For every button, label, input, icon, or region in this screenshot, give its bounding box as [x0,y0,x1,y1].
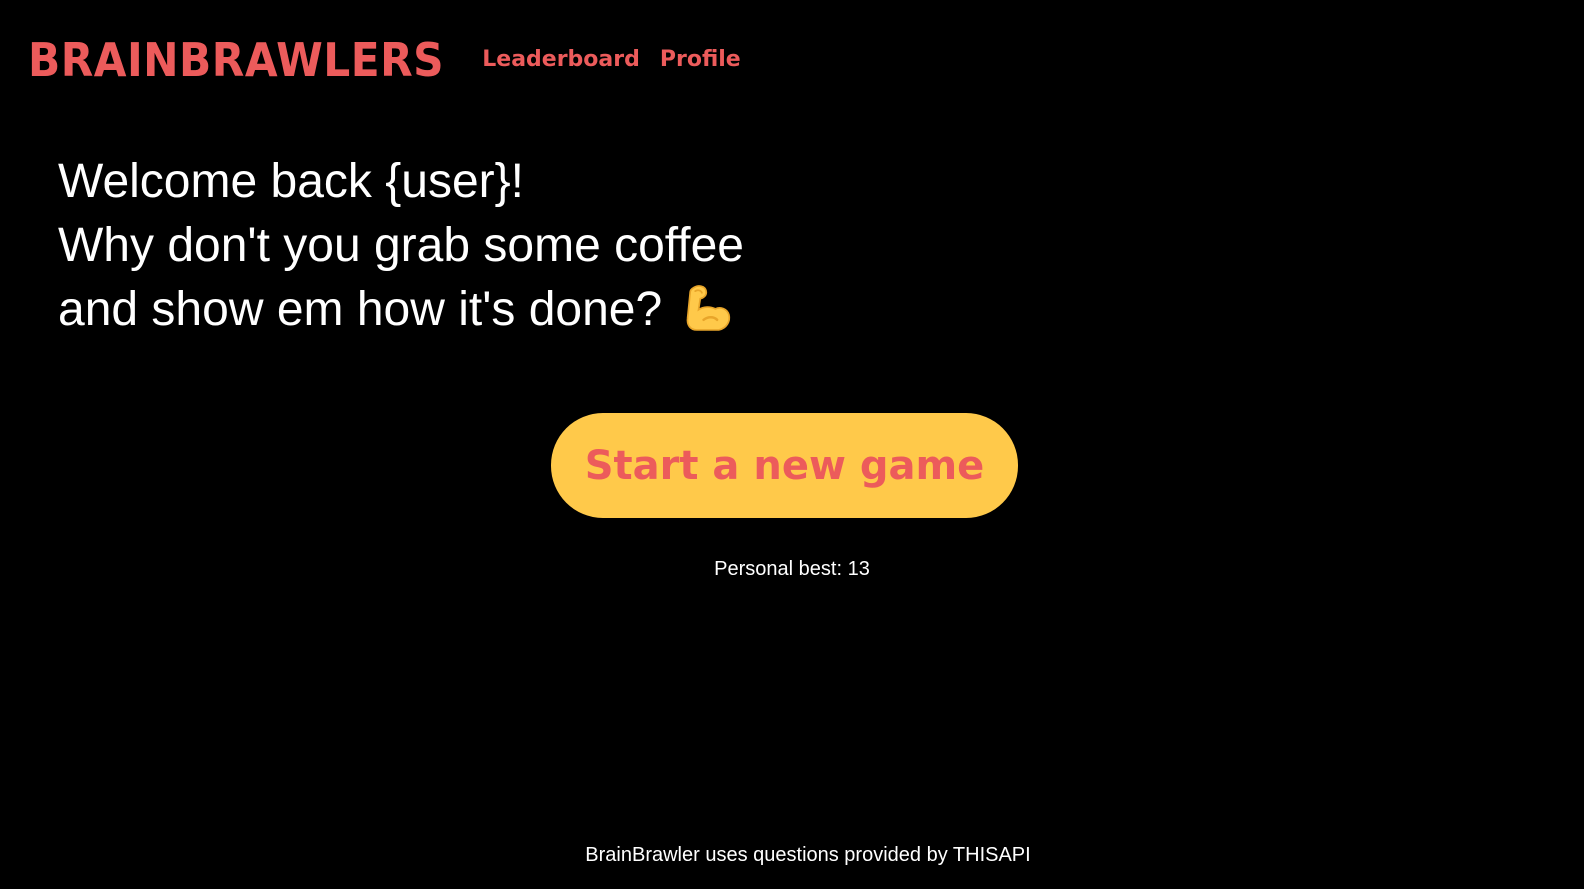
nav-profile-link[interactable]: Profile [660,49,741,71]
welcome-line-2: Why don't you grab some coffee [58,219,744,272]
footer-credit: BrainBrawler uses questions provided by … [585,844,1031,866]
start-new-game-button[interactable]: Start a new game [551,413,1018,518]
flexed-biceps-icon [686,285,731,331]
welcome-line-1: Welcome back {user}! [58,155,525,208]
nav-leaderboard-link[interactable]: Leaderboard [482,49,640,71]
welcome-line-3: and show em how it's done? [58,283,663,336]
personal-best-text: Personal best: 13 [714,558,870,580]
welcome-message: Welcome back {user}! Why don't you grab … [58,150,818,342]
top-bar: BRAINBRAWLERS Leaderboard Profile [28,30,741,90]
welcome-line-3-wrap: and show em how it's done? [58,278,818,342]
page: BRAINBRAWLERS Leaderboard Profile Welcom… [0,0,1584,889]
brand-logo[interactable]: BRAINBRAWLERS [28,37,444,83]
main-nav: Leaderboard Profile [482,49,740,71]
